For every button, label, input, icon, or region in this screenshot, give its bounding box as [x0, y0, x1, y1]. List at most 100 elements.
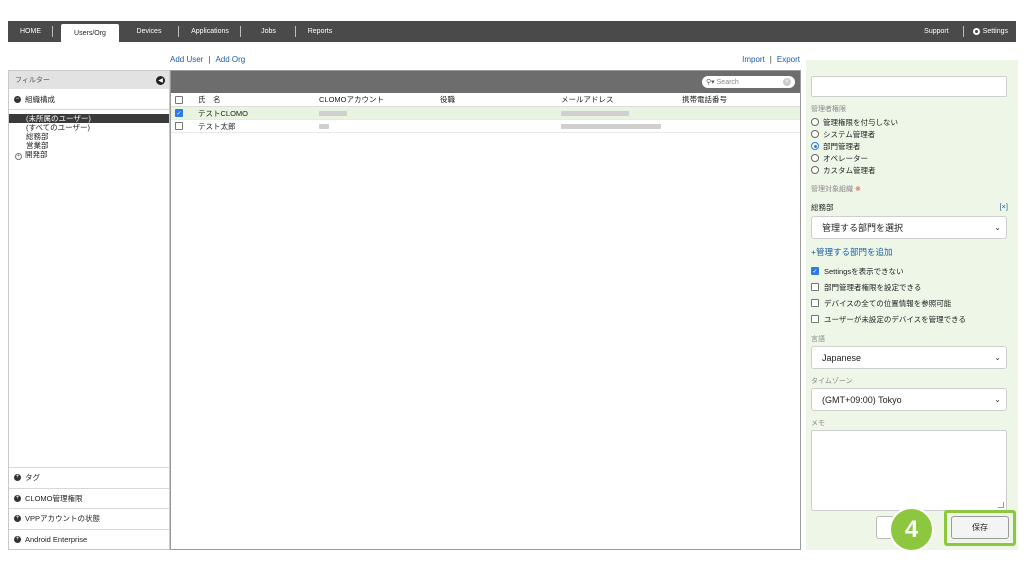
- table-row[interactable]: ✓ テストCLOMO: [171, 107, 800, 120]
- user-actions: Add User | Add Org: [170, 55, 245, 64]
- timezone-select[interactable]: (GMT+09:00) Tokyo ⌄: [811, 388, 1007, 411]
- android-section-header[interactable]: + Android Enterprise: [9, 528, 169, 550]
- col-mobile[interactable]: 携帯電話番号: [682, 94, 727, 105]
- checkbox[interactable]: ✓: [811, 267, 819, 275]
- row-checkbox[interactable]: [175, 122, 183, 130]
- tab-home[interactable]: HOME: [8, 21, 53, 42]
- radio-custom-admin[interactable]: カスタム管理者: [811, 164, 1007, 176]
- android-section-label: Android Enterprise: [25, 534, 88, 544]
- tree-item-all-users[interactable]: (すべてのユーザー): [9, 123, 169, 132]
- save-button[interactable]: 保存: [951, 516, 1009, 539]
- tab-devices[interactable]: Devices: [119, 21, 179, 42]
- memo-textarea[interactable]: [811, 430, 1007, 511]
- org-section-header[interactable]: − 組織構成: [9, 89, 169, 110]
- radio-indicator: [811, 166, 819, 174]
- dept-select[interactable]: 管理する部門を選択 ⌄: [811, 216, 1007, 239]
- check-label: ユーザーが未設定のデバイスを管理できる: [824, 314, 966, 324]
- chevron-down-icon: ⌄: [994, 395, 1001, 404]
- check-label: 部門管理者権限を設定できる: [824, 282, 922, 292]
- tree-item-unassigned[interactable]: (未所属のユーザー): [9, 114, 169, 123]
- user-table-panel: ⚲▾ Search × 氏 名 CLOMOアカウント 役職 メールアドレス 携帯…: [170, 70, 801, 550]
- checkbox[interactable]: [811, 315, 819, 323]
- filter-sections: + タグ + CLOMO管理権限 + VPPアカウントの状態 + Android…: [9, 467, 169, 549]
- language-label: 言語: [811, 336, 825, 343]
- resize-handle[interactable]: [998, 502, 1004, 508]
- check-unassigned-devices[interactable]: ユーザーが未設定のデバイスを管理できる: [811, 311, 1007, 327]
- filter-title: フィルター: [15, 77, 50, 84]
- support-link[interactable]: Support: [910, 28, 963, 35]
- tab-users-org[interactable]: Users/Org: [61, 24, 119, 42]
- tree-item-soumu[interactable]: 総務部: [9, 132, 169, 141]
- tree-item-eigyo[interactable]: 営業部: [9, 141, 169, 150]
- col-account[interactable]: CLOMOアカウント: [319, 94, 384, 105]
- collapse-icon: −: [14, 95, 21, 103]
- redacted-email: [561, 123, 661, 129]
- check-label: デバイスの全ての位置情報を参照可能: [824, 298, 952, 308]
- row-name: テストCLOMO: [198, 108, 249, 118]
- row-checkbox[interactable]: ✓: [175, 109, 183, 117]
- redacted-account: [319, 123, 329, 129]
- clomo-perm-section-header[interactable]: + CLOMO管理権限: [9, 487, 169, 509]
- link-separator: |: [208, 55, 211, 64]
- redacted-account: [319, 110, 347, 116]
- memo-label: メモ: [811, 420, 825, 427]
- remove-org-button[interactable]: [×]: [999, 202, 1008, 211]
- settings-label: Settings: [982, 28, 1008, 35]
- redacted-email: [561, 110, 629, 116]
- radio-system-admin[interactable]: システム管理者: [811, 128, 1007, 140]
- col-email[interactable]: メールアドレス: [561, 94, 614, 105]
- radio-label: 部門管理者: [823, 141, 861, 151]
- table-row[interactable]: テスト太郎: [171, 120, 800, 133]
- expand-icon[interactable]: +: [15, 153, 22, 160]
- clear-search-icon[interactable]: ×: [783, 78, 791, 86]
- check-label: Settingsを表示できない: [824, 266, 904, 276]
- checkbox[interactable]: [811, 299, 819, 307]
- expand-icon: +: [14, 535, 21, 543]
- add-user-link[interactable]: Add User: [170, 55, 203, 64]
- import-link[interactable]: Import: [742, 55, 765, 64]
- chevron-down-icon: ⌄: [994, 353, 1001, 362]
- radio-operator[interactable]: オペレーター: [811, 152, 1007, 164]
- tree-item-kaihatsu[interactable]: + 開発部: [9, 150, 169, 160]
- link-separator: |: [769, 55, 772, 64]
- gear-icon: [972, 28, 980, 35]
- top-navigation: HOME Users/Org Devices Applications Jobs…: [8, 21, 1016, 42]
- radio-label: カスタム管理者: [823, 165, 876, 175]
- col-title[interactable]: 役職: [440, 94, 455, 105]
- tag-section-label: タグ: [25, 473, 40, 483]
- export-link[interactable]: Export: [777, 55, 800, 64]
- radio-indicator: [811, 142, 819, 150]
- import-export-actions: Import | Export: [742, 55, 800, 64]
- tab-jobs[interactable]: Jobs: [241, 21, 296, 42]
- tab-reports[interactable]: Reports: [296, 21, 344, 42]
- select-all-checkbox[interactable]: [175, 95, 183, 104]
- col-name[interactable]: 氏 名: [198, 94, 221, 105]
- target-org-label: 管理対象組織 ※: [811, 184, 861, 194]
- admin-perm-radios: 管理権限を付与しない システム管理者 部門管理者 オペレーター カスタム管理者: [811, 116, 1007, 176]
- vpp-section-header[interactable]: + VPPアカウントの状態: [9, 508, 169, 529]
- radio-label: システム管理者: [823, 129, 876, 139]
- dept-select-value: 管理する部門を選択: [822, 223, 904, 233]
- tag-section-header[interactable]: + タグ: [9, 467, 169, 488]
- collapse-left-icon[interactable]: ◀: [156, 75, 165, 85]
- radio-no-perm[interactable]: 管理権限を付与しない: [811, 116, 1007, 128]
- search-icon: ⚲▾: [706, 79, 715, 86]
- top-field[interactable]: [811, 76, 1007, 97]
- language-select[interactable]: Japanese ⌄: [811, 346, 1007, 369]
- checkbox[interactable]: [811, 283, 819, 291]
- settings-link[interactable]: Settings: [964, 28, 1016, 35]
- check-location[interactable]: デバイスの全ての位置情報を参照可能: [811, 295, 1007, 311]
- add-org-link[interactable]: Add Org: [215, 55, 245, 64]
- expand-icon: +: [14, 494, 21, 502]
- chevron-down-icon: ⌄: [994, 223, 1001, 232]
- filter-header: フィルター ◀: [9, 71, 169, 89]
- check-hide-settings[interactable]: ✓ Settingsを表示できない: [811, 263, 1007, 279]
- check-dept-perm[interactable]: 部門管理者権限を設定できる: [811, 279, 1007, 295]
- add-dept-link[interactable]: +管理する部門を追加: [811, 246, 892, 258]
- search-input[interactable]: ⚲▾ Search ×: [702, 76, 795, 88]
- tab-applications[interactable]: Applications: [179, 21, 241, 42]
- search-placeholder: Search: [716, 78, 739, 86]
- required-mark: ※: [854, 186, 861, 193]
- clomo-perm-section-label: CLOMO管理権限: [25, 493, 83, 503]
- radio-dept-admin[interactable]: 部門管理者: [811, 140, 1007, 152]
